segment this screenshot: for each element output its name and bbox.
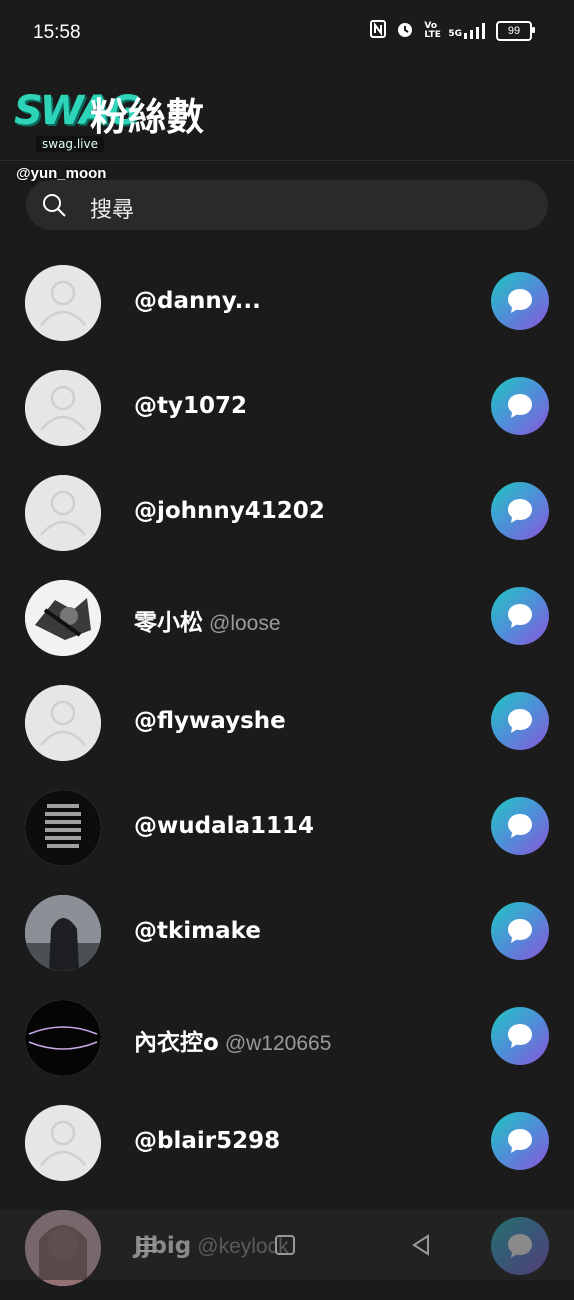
network-label: 5G — [448, 28, 462, 39]
chat-bubble-icon — [508, 289, 532, 313]
search-bar[interactable]: 搜尋 — [26, 180, 548, 230]
list-item[interactable]: 零小松 @loose — [0, 565, 574, 670]
chat-bubble-icon — [508, 919, 532, 943]
follower-name-line[interactable]: 零小松 @loose — [134, 603, 281, 637]
avatar[interactable] — [25, 895, 101, 971]
message-button[interactable] — [491, 797, 549, 855]
follower-name: @wudala1114 — [134, 813, 315, 839]
follower-name: @blair5298 — [134, 1128, 281, 1154]
follower-name-line[interactable]: @wudala1114 — [134, 813, 314, 839]
nfc-icon — [370, 20, 387, 41]
5g-signal-icon: 5G — [448, 22, 486, 39]
avatar[interactable] — [25, 685, 101, 761]
search-icon — [43, 194, 66, 217]
avatar[interactable] — [25, 790, 101, 866]
message-button[interactable] — [491, 377, 549, 435]
avatar[interactable] — [25, 1105, 101, 1181]
volte-icon: Vo LTE — [424, 20, 441, 40]
follower-handle: @loose — [209, 612, 281, 635]
avatar[interactable] — [25, 265, 101, 341]
avatar[interactable] — [25, 1000, 101, 1076]
follower-name: @ty1072 — [134, 393, 248, 419]
avatar[interactable] — [25, 580, 101, 656]
message-button[interactable] — [491, 692, 549, 750]
list-item[interactable]: @blair5298 — [0, 1090, 574, 1195]
message-button[interactable] — [491, 482, 549, 540]
back-icon[interactable] — [408, 1232, 434, 1258]
battery-level: 99 — [507, 24, 521, 37]
search-placeholder: 搜尋 — [90, 198, 135, 223]
follower-name-line[interactable]: @flywayshe — [134, 708, 286, 734]
message-button[interactable] — [491, 272, 549, 330]
list-item[interactable]: @johnny41202 — [0, 460, 574, 565]
follower-name: @flywayshe — [134, 708, 286, 734]
alarm-icon — [396, 20, 414, 41]
chat-bubble-icon — [508, 1129, 532, 1153]
message-button[interactable] — [491, 1007, 549, 1065]
message-button[interactable] — [491, 1112, 549, 1170]
status-time: 15:58 — [33, 22, 81, 43]
battery-icon: 99 — [496, 20, 535, 41]
avatar[interactable] — [25, 370, 101, 446]
list-item[interactable]: @ty1072 — [0, 355, 574, 460]
follower-name-line[interactable]: @ty1072 — [134, 393, 247, 419]
follower-name-line[interactable]: @tkimake — [134, 918, 261, 944]
follower-name-line[interactable]: @blair5298 — [134, 1128, 280, 1154]
page-title: 粉絲數 — [90, 95, 205, 139]
avatar[interactable] — [25, 475, 101, 551]
system-nav-bar — [0, 1210, 574, 1280]
follower-handle: @w120665 — [224, 1032, 332, 1055]
chat-bubble-icon — [508, 499, 532, 523]
chat-bubble-icon — [508, 394, 532, 418]
message-button[interactable] — [491, 902, 549, 960]
status-bar: 15:58 Vo LTE 5G 99 — [0, 0, 574, 66]
list-item[interactable]: @wudala1114 — [0, 775, 574, 880]
list-item[interactable]: 內衣控o @w120665 — [0, 985, 574, 1090]
follower-name-line[interactable]: @danny... — [134, 288, 261, 314]
follower-name: 內衣控o — [134, 1030, 219, 1056]
follower-name-line[interactable]: @johnny41202 — [134, 498, 325, 524]
follower-name: @danny... — [134, 288, 261, 314]
home-icon[interactable] — [272, 1232, 298, 1258]
follower-name: @tkimake — [134, 918, 261, 944]
chat-bubble-icon — [508, 604, 532, 628]
chat-bubble-icon — [508, 814, 532, 838]
list-item[interactable]: @danny... — [0, 250, 574, 355]
header: SWAG swag.live 粉絲數 — [0, 70, 574, 161]
list-item[interactable]: @tkimake — [0, 880, 574, 985]
chat-bubble-icon — [508, 709, 532, 733]
status-icons: Vo LTE 5G 99 — [370, 20, 535, 41]
menu-icon[interactable] — [134, 1232, 160, 1258]
follower-name: @johnny41202 — [134, 498, 325, 524]
follower-name-line[interactable]: 內衣控o @w120665 — [134, 1023, 331, 1057]
chat-bubble-icon — [508, 1024, 532, 1048]
follower-name: 零小松 — [134, 610, 203, 636]
message-button[interactable] — [491, 587, 549, 645]
list-item[interactable]: @flywayshe — [0, 670, 574, 775]
